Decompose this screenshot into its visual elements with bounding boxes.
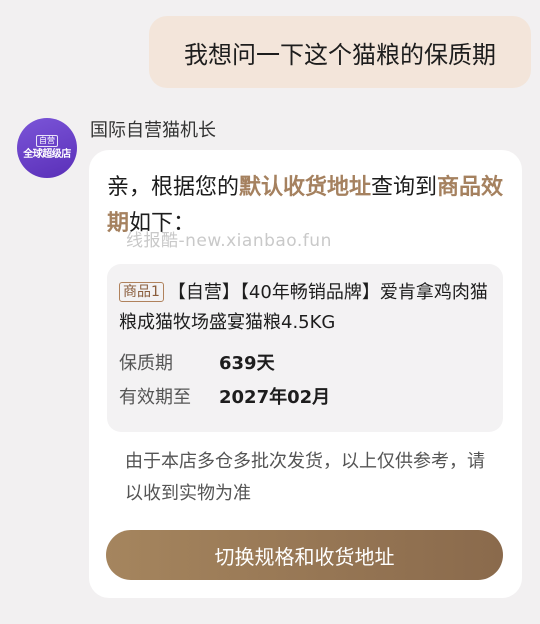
switch-spec-address-button[interactable]: 切换规格和收货地址 <box>106 530 503 580</box>
product-title: 【自营】【40年畅销品牌】爱肯拿鸡肉猫粮成猫牧场盛宴猫粮4.5KG <box>119 282 488 333</box>
disclaimer-note: 由于本店多仓多批次发货，以上仅供参考，请以收到实物为准 <box>125 451 485 504</box>
reply-part-1: 亲，根据您的 <box>107 175 240 200</box>
avatar-tag: 自营 <box>36 135 58 147</box>
expiry-label: 有效期至 <box>119 387 191 408</box>
product-info-box: 商品1 【自营】【40年畅销品牌】爱肯拿鸡肉猫粮成猫牧场盛宴猫粮4.5KG 保质期… <box>107 264 503 432</box>
shop-avatar[interactable]: 自营 全球超级店 <box>17 118 77 178</box>
expiry-value: 2027年02月 <box>219 387 331 408</box>
product-badge: 商品1 <box>119 282 164 302</box>
shelf-life-label: 保质期 <box>119 353 173 374</box>
bot-message-card: 亲，根据您的默认收货地址查询到商品效期如下： 线报酷-new.xianbao.f… <box>89 150 522 598</box>
avatar-text: 全球超级店 <box>23 149 71 160</box>
shelf-life-value: 639天 <box>219 353 275 374</box>
reply-part-2: 查询到 <box>371 175 438 200</box>
shelf-life-row: 保质期 639天 <box>119 348 491 376</box>
expiry-row: 有效期至 2027年02月 <box>119 382 491 410</box>
product-title-line: 商品1 【自营】【40年畅销品牌】爱肯拿鸡肉猫粮成猫牧场盛宴猫粮4.5KG <box>119 278 491 338</box>
user-message-text: 我想问一下这个猫粮的保质期 <box>184 40 496 69</box>
watermark: 线报酷-new.xianbao.fun <box>126 231 332 251</box>
user-message-bubble: 我想问一下这个猫粮的保质期 <box>149 16 531 88</box>
shop-name: 国际自营猫机长 <box>90 120 216 141</box>
reply-highlight-address: 默认收货地址 <box>239 175 372 200</box>
